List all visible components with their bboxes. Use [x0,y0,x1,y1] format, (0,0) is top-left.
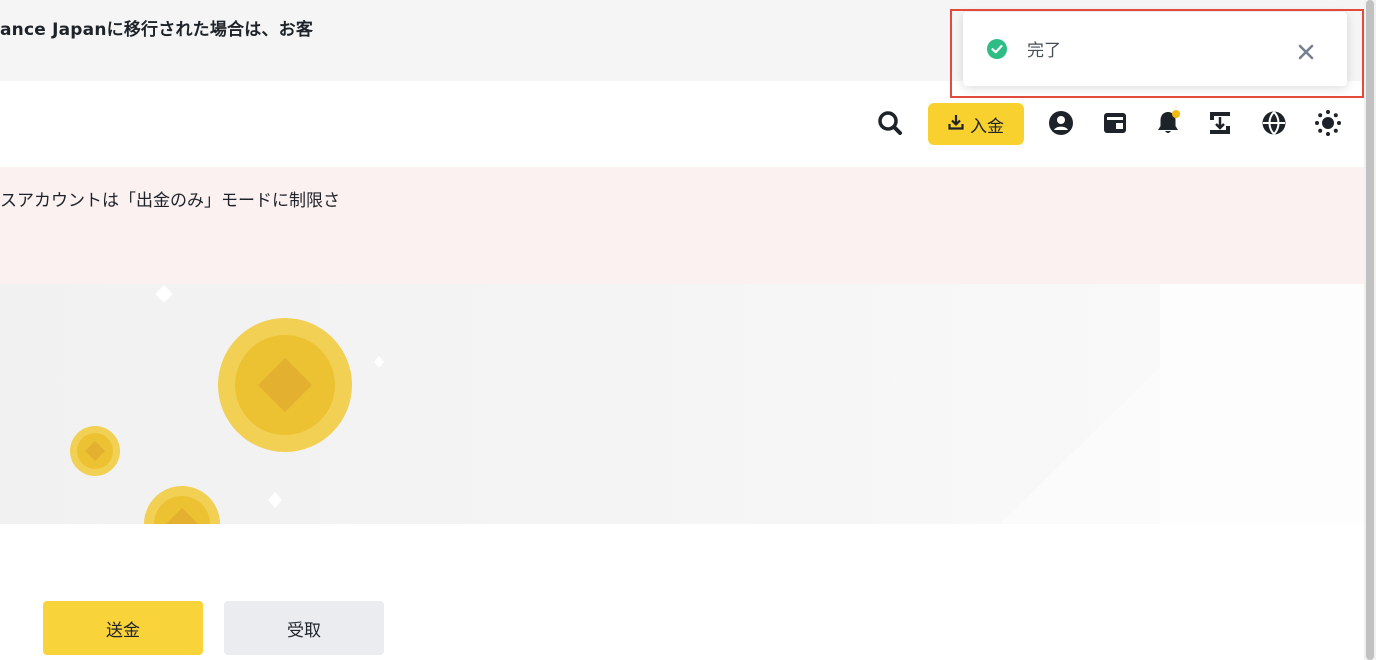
transfer-icon[interactable] [1202,105,1238,141]
close-icon[interactable] [1295,41,1317,63]
hero-illustration [0,284,1364,524]
deposit-label: 入金 [970,116,1004,137]
alert-text: スアカウントは「出金のみ」モードに制限さ [0,191,340,211]
send-button[interactable]: 送金 [43,601,203,655]
receive-button[interactable]: 受取 [224,601,384,655]
header: 入金 [0,81,1364,167]
banner-text: ance Japanに移行された場合は、お客 [0,20,314,40]
check-circle-icon [987,39,1007,59]
search-icon[interactable] [872,105,908,141]
coin-small [70,426,120,476]
toast-message: 完了 [1027,41,1061,61]
restriction-alert: スアカウントは「出金のみ」モードに制限さ [0,167,1364,284]
account-icon[interactable] [1043,105,1079,141]
download-icon [948,114,964,134]
scrollbar[interactable] [1364,0,1376,660]
globe-icon[interactable] [1256,105,1292,141]
success-toast: 完了 [963,12,1347,86]
bell-icon[interactable] [1150,105,1186,141]
scrollbar-thumb[interactable] [1366,0,1374,660]
coin-medium [144,486,220,524]
deposit-button[interactable]: 入金 [928,103,1024,145]
coin-large [218,318,352,452]
notification-dot [1172,110,1180,118]
wallet-icon[interactable] [1097,105,1133,141]
theme-icon[interactable] [1310,105,1346,141]
